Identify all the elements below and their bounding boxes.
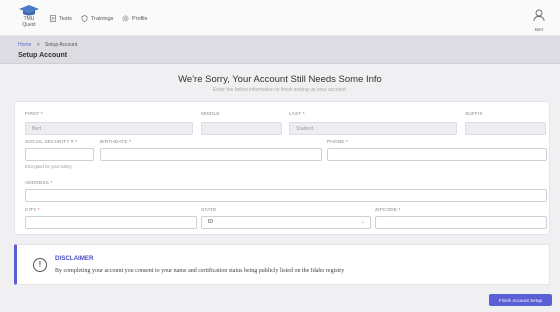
required-marker: * — [129, 140, 132, 145]
brand-logo[interactable]: TMU Quest — [18, 5, 40, 28]
first-name-label: FIRST * — [25, 112, 43, 117]
breadcrumb-separator: > — [36, 42, 40, 48]
last-name-label: LAST * — [289, 112, 305, 117]
finish-account-setup-button[interactable]: Finish Account Setup — [489, 294, 552, 306]
user-avatar-icon — [533, 9, 545, 22]
birthdate-field[interactable] — [100, 148, 322, 161]
first-name-label-text: FIRST — [25, 112, 40, 117]
state-selected-value: ID — [208, 219, 213, 225]
ssn-label-text: SOCIAL SECURITY # — [25, 140, 74, 145]
state-select[interactable]: ID ⌄ — [201, 216, 371, 229]
setup-subheading: Enter the below information to finish se… — [213, 87, 347, 93]
suffix-field[interactable] — [465, 122, 546, 135]
breadcrumb-current: Setup Account — [45, 42, 78, 48]
ssn-hint: Encrypted for your safety — [25, 164, 72, 169]
nav-trainings[interactable]: Trainings — [81, 15, 113, 22]
zipcode-field[interactable] — [375, 216, 547, 229]
page-header: Home > Setup Account Setup Account — [0, 36, 560, 64]
first-name-field[interactable] — [25, 122, 193, 135]
brand-name-line2: Quest — [22, 22, 36, 28]
nav-trainings-label: Trainings — [91, 15, 114, 22]
ssn-label: SOCIAL SECURITY # * — [25, 140, 77, 145]
required-marker: * — [346, 140, 348, 145]
nav-profile[interactable]: Profile — [122, 15, 148, 22]
graduation-cap-icon — [19, 5, 39, 16]
required-marker: * — [398, 208, 401, 213]
exclamation-circle-icon: ! — [33, 258, 47, 272]
middle-name-field[interactable] — [201, 122, 282, 135]
required-marker: * — [302, 112, 305, 117]
last-name-field[interactable] — [289, 122, 457, 135]
page-title: Setup Account — [18, 52, 68, 59]
setup-heading: We're Sorry, Your Account Still Needs So… — [178, 74, 382, 85]
top-navbar: TMU Quest Tests Trainings Profile Bert — [0, 0, 560, 36]
zipcode-label: ZIPCODE * — [375, 208, 400, 213]
training-icon — [81, 15, 88, 22]
account-form-card: FIRST * MIDDLE LAST * SUFFIX SOCIAL SECU… — [14, 101, 550, 235]
birthdate-label-text: BIRTHDATE — [100, 140, 128, 145]
city-label: CITY * — [25, 208, 40, 213]
middle-name-label: MIDDLE — [201, 112, 220, 117]
required-marker: * — [37, 208, 40, 213]
required-marker: * — [50, 181, 53, 186]
phone-label: PHONE * — [327, 140, 348, 145]
city-field[interactable] — [25, 216, 197, 229]
disclaimer-title: DISCLAIMER — [55, 255, 94, 262]
city-label-text: CITY — [25, 208, 37, 213]
gear-icon — [122, 15, 129, 22]
address-label: ADDRESS * — [25, 181, 52, 186]
address-field[interactable] — [25, 189, 547, 202]
user-profile-menu[interactable]: Bert — [532, 8, 546, 32]
birthdate-label: BIRTHDATE * — [100, 140, 131, 145]
breadcrumb: Home > Setup Account — [18, 42, 77, 48]
required-marker: * — [40, 112, 43, 117]
ssn-field[interactable] — [25, 148, 94, 161]
address-label-text: ADDRESS — [25, 181, 49, 186]
zipcode-label-text: ZIPCODE — [375, 208, 398, 213]
suffix-label: SUFFIX — [465, 112, 483, 117]
phone-label-text: PHONE — [327, 140, 345, 145]
disclaimer-callout: ! DISCLAIMER By completing your account … — [14, 244, 550, 285]
document-icon — [50, 15, 56, 22]
phone-field[interactable] — [327, 148, 547, 161]
last-name-label-text: LAST — [289, 112, 302, 117]
chevron-down-icon: ⌄ — [360, 219, 365, 225]
breadcrumb-home-link[interactable]: Home — [18, 42, 31, 48]
nav-tests-label: Tests — [59, 15, 72, 22]
required-marker: * — [75, 140, 78, 145]
disclaimer-text: By completing your account you consent t… — [55, 268, 345, 274]
nav-profile-label: Profile — [132, 15, 148, 22]
state-label: STATE — [201, 208, 217, 213]
nav-tests[interactable]: Tests — [50, 15, 72, 22]
user-name: Bert — [534, 27, 544, 32]
